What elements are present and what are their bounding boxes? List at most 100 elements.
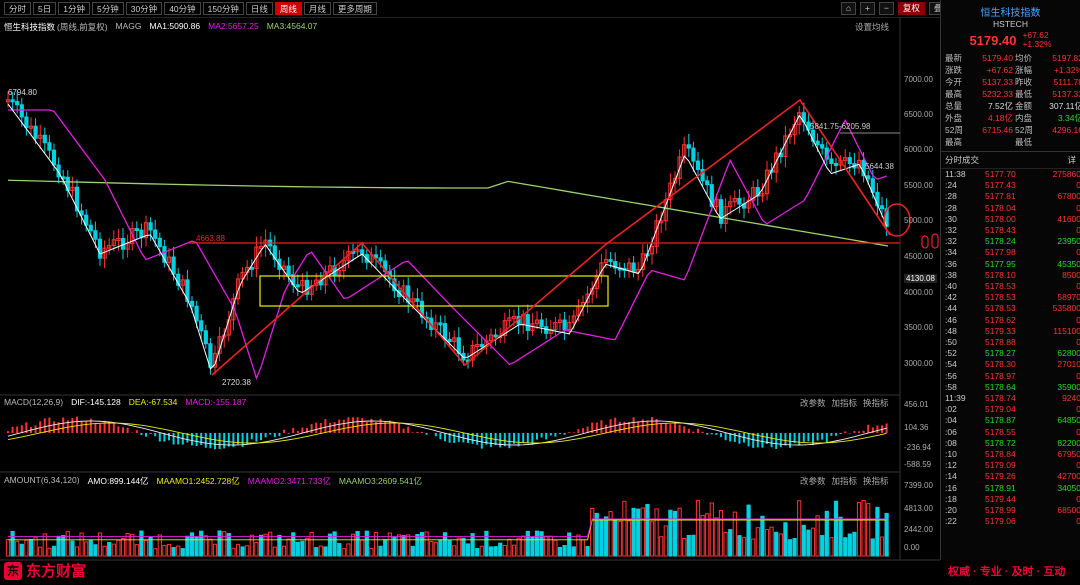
candle (208, 343, 213, 368)
quote-label: 最新 (945, 53, 963, 63)
tick-row: :58 5178.64 35900 (941, 382, 1080, 393)
macd-bar (600, 420, 603, 433)
amount-bar (102, 545, 107, 557)
tick-price: 5178.43 (985, 225, 1016, 236)
amount-bar (245, 545, 250, 557)
amount-bar (130, 533, 135, 557)
amount-bar (61, 535, 66, 557)
tool-switch[interactable]: 换指标 (863, 397, 889, 409)
macd-bar (453, 433, 456, 443)
macd-bar (214, 433, 216, 450)
amount-bar (847, 533, 852, 557)
macd-bar (80, 421, 83, 433)
tick-time: :36 (945, 258, 957, 269)
amount-bar (801, 524, 806, 557)
candle (33, 125, 38, 139)
tool-add[interactable]: 加指标 (832, 397, 858, 409)
amount-bar (553, 539, 558, 557)
amount-bar (617, 520, 622, 557)
amount-bar (249, 534, 254, 557)
macd-bar (43, 418, 46, 433)
quote-value: +67.62 (986, 65, 1013, 75)
amount-bar (272, 546, 277, 557)
tick-price: 5178.55 (985, 426, 1016, 437)
tick-row: :50 5178.88 0 (941, 337, 1080, 348)
macd-bar (76, 416, 78, 433)
ticks-detail-button[interactable]: 详 (1067, 154, 1076, 166)
amount-bar (171, 547, 176, 557)
amount-bar (580, 539, 586, 557)
amount-bar (774, 531, 779, 557)
tick-volume: 35900 (1057, 381, 1080, 392)
tick-row: 11:39 5178.74 9240 (941, 393, 1080, 404)
quote-label: 内盘 (1015, 113, 1033, 123)
tick-row: :40 5178.53 0 (941, 281, 1080, 292)
tick-volume: 45350 (1057, 258, 1080, 269)
macd-bar (122, 427, 124, 433)
tick-volume: 41600 (1057, 213, 1080, 224)
tick-price: 5178.53 (985, 303, 1016, 314)
amount-bar (47, 547, 52, 557)
amount-bar (143, 540, 149, 557)
amount-bar (695, 500, 701, 557)
amount-bar (677, 507, 682, 557)
macd-bar (365, 422, 368, 433)
slogan: 权威 · 专业 · 及时 · 互动 (948, 566, 1066, 578)
amount-bar (318, 545, 323, 557)
macd-bar (439, 433, 442, 440)
amount-bar (659, 536, 664, 557)
amount-bar (235, 543, 241, 557)
tick-volume: 0 (1076, 404, 1080, 415)
amount-bar (484, 530, 489, 557)
tick-price: 5178.91 (985, 482, 1016, 493)
candle (203, 330, 208, 345)
candles (5, 91, 889, 375)
amount-bar (764, 529, 770, 557)
macd-bar (632, 417, 635, 433)
tick-volume: 0 (1076, 516, 1080, 527)
macd-bar (701, 431, 704, 433)
tick-time: :16 (945, 482, 957, 493)
tool-switch[interactable]: 换指标 (863, 475, 889, 487)
macd-bar (563, 433, 566, 435)
tick-time: :52 (945, 348, 957, 359)
tick-volume: 0 (1076, 426, 1080, 437)
tick-time: :06 (945, 426, 957, 437)
tool-param[interactable]: 改参数 (800, 397, 826, 409)
tick-price: 5177.81 (985, 191, 1016, 202)
tick-price: 5178.84 (985, 449, 1016, 460)
tick-row: :30 5178.00 41600 (941, 214, 1080, 225)
tick-time: :02 (945, 404, 957, 415)
tick-price: 5177.43 (985, 180, 1016, 191)
quote-panel: 恒生科技指数 HSTECH 5179.40 +67.62 +1.32% 最新 51… (940, 0, 1080, 560)
y-tick: 4000.00 (904, 288, 933, 297)
amount-bar (806, 529, 811, 557)
candle (438, 322, 443, 326)
quote-label: 今开 (945, 77, 963, 87)
bubble-mark (931, 233, 939, 249)
amount-bar (364, 530, 369, 557)
candle (378, 257, 383, 262)
quote-value: 6715.46 (982, 125, 1013, 135)
amount-bar (741, 536, 747, 557)
tool-param[interactable]: 改参数 (800, 475, 826, 487)
macd-bar (140, 433, 143, 436)
tick-volume: 0 (1076, 180, 1080, 191)
tick-volume: 0 (1076, 202, 1080, 213)
macd-bar (789, 433, 791, 448)
amount-bar (10, 530, 15, 557)
macd-bar (287, 433, 290, 434)
tick-volume: 42700 (1057, 471, 1080, 482)
amount-bar (139, 530, 144, 557)
tick-row: :56 5178.97 0 (941, 371, 1080, 382)
amount-bar (571, 546, 576, 557)
tick-time: :56 (945, 370, 957, 381)
macd-bar (697, 428, 699, 433)
macd-tools: 改参数 加指标 换指标 (800, 397, 889, 409)
tick-volume: 0 (1076, 337, 1080, 348)
tool-add[interactable]: 加指标 (832, 475, 858, 487)
amount-bar (166, 544, 172, 557)
candle (686, 144, 691, 149)
macd-name: MACD(12,26,9) (4, 397, 64, 407)
tick-time: :32 (945, 236, 957, 247)
